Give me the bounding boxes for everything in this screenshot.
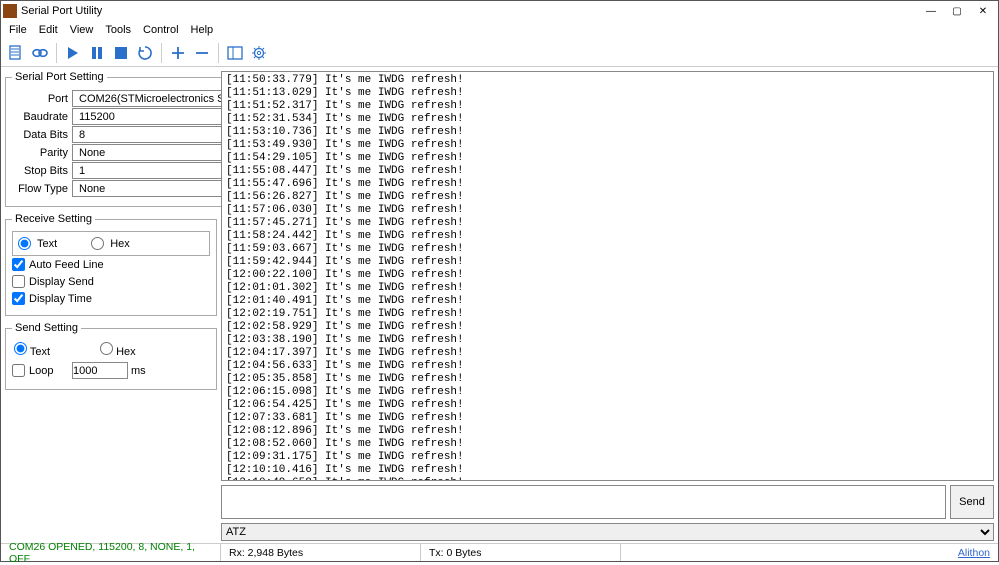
receive-legend: Receive Setting: [12, 213, 95, 225]
send-text-radio[interactable]: Text: [14, 342, 50, 358]
baudrate-label: Baudrate: [12, 111, 68, 123]
toolbar-separator: [218, 43, 219, 63]
databits-label: Data Bits: [12, 129, 68, 141]
send-button[interactable]: Send: [950, 485, 994, 519]
send-hex-radio[interactable]: Hex: [100, 342, 136, 358]
toolbar: [1, 39, 998, 67]
window-title: Serial Port Utility: [21, 5, 918, 17]
parity-label: Parity: [12, 147, 68, 159]
status-bar: COM26 OPENED, 115200, 8, NONE, 1, OFF Rx…: [1, 543, 998, 561]
display-time-check[interactable]: Display Time: [12, 290, 210, 307]
loop-check[interactable]: Loop: [12, 364, 68, 377]
recv-text-radio[interactable]: Text: [16, 235, 59, 252]
close-button[interactable]: ✕: [970, 2, 996, 20]
window-icon[interactable]: [224, 42, 246, 64]
stop-icon[interactable]: [110, 42, 132, 64]
send-setting: Send Setting Text Hex Loop ms: [5, 322, 217, 390]
maximize-button[interactable]: ▢: [944, 2, 970, 20]
plus-icon[interactable]: [167, 42, 189, 64]
status-brand-link[interactable]: Alithon: [958, 547, 998, 559]
toolbar-separator: [56, 43, 57, 63]
menu-help[interactable]: Help: [185, 22, 220, 38]
loop-interval-input[interactable]: [72, 362, 128, 379]
pause-icon[interactable]: [86, 42, 108, 64]
send-legend: Send Setting: [12, 322, 81, 334]
command-history-select[interactable]: ATZ: [221, 523, 994, 541]
toolbar-separator: [161, 43, 162, 63]
output-log[interactable]: [11:50:33.779] It's me IWDG refresh! [11…: [221, 71, 994, 481]
flowtype-label: Flow Type: [12, 183, 68, 195]
receive-setting: Receive Setting Text Hex Auto Feed Line …: [5, 213, 217, 316]
link-icon[interactable]: [29, 42, 51, 64]
port-label: Port: [12, 93, 68, 105]
ms-label: ms: [131, 365, 146, 377]
send-textarea[interactable]: [221, 485, 946, 519]
status-tx: Tx: 0 Bytes: [421, 544, 621, 561]
app-icon: [3, 4, 17, 18]
display-send-check[interactable]: Display Send: [12, 273, 210, 290]
play-icon[interactable]: [62, 42, 84, 64]
menu-view[interactable]: View: [64, 22, 100, 38]
minimize-button[interactable]: —: [918, 2, 944, 20]
auto-feed-check[interactable]: Auto Feed Line: [12, 256, 210, 273]
menu-control[interactable]: Control: [137, 22, 184, 38]
stopbits-label: Stop Bits: [12, 165, 68, 177]
menu-bar: File Edit View Tools Control Help: [1, 21, 998, 39]
minus-icon[interactable]: [191, 42, 213, 64]
gear-icon[interactable]: [248, 42, 270, 64]
new-file-icon[interactable]: [5, 42, 27, 64]
status-connection: COM26 OPENED, 115200, 8, NONE, 1, OFF: [1, 544, 221, 561]
side-panel: Serial Port Setting Port COM26(STMicroel…: [1, 67, 221, 543]
serial-legend: Serial Port Setting: [12, 71, 107, 83]
recv-hex-radio[interactable]: Hex: [89, 235, 132, 252]
main-area: [11:50:33.779] It's me IWDG refresh! [11…: [221, 67, 998, 543]
menu-file[interactable]: File: [3, 22, 33, 38]
title-bar: Serial Port Utility — ▢ ✕: [1, 1, 998, 21]
menu-tools[interactable]: Tools: [99, 22, 137, 38]
status-rx: Rx: 2,948 Bytes: [221, 544, 421, 561]
workspace: Serial Port Setting Port COM26(STMicroel…: [1, 67, 998, 543]
refresh-icon[interactable]: [134, 42, 156, 64]
menu-edit[interactable]: Edit: [33, 22, 64, 38]
